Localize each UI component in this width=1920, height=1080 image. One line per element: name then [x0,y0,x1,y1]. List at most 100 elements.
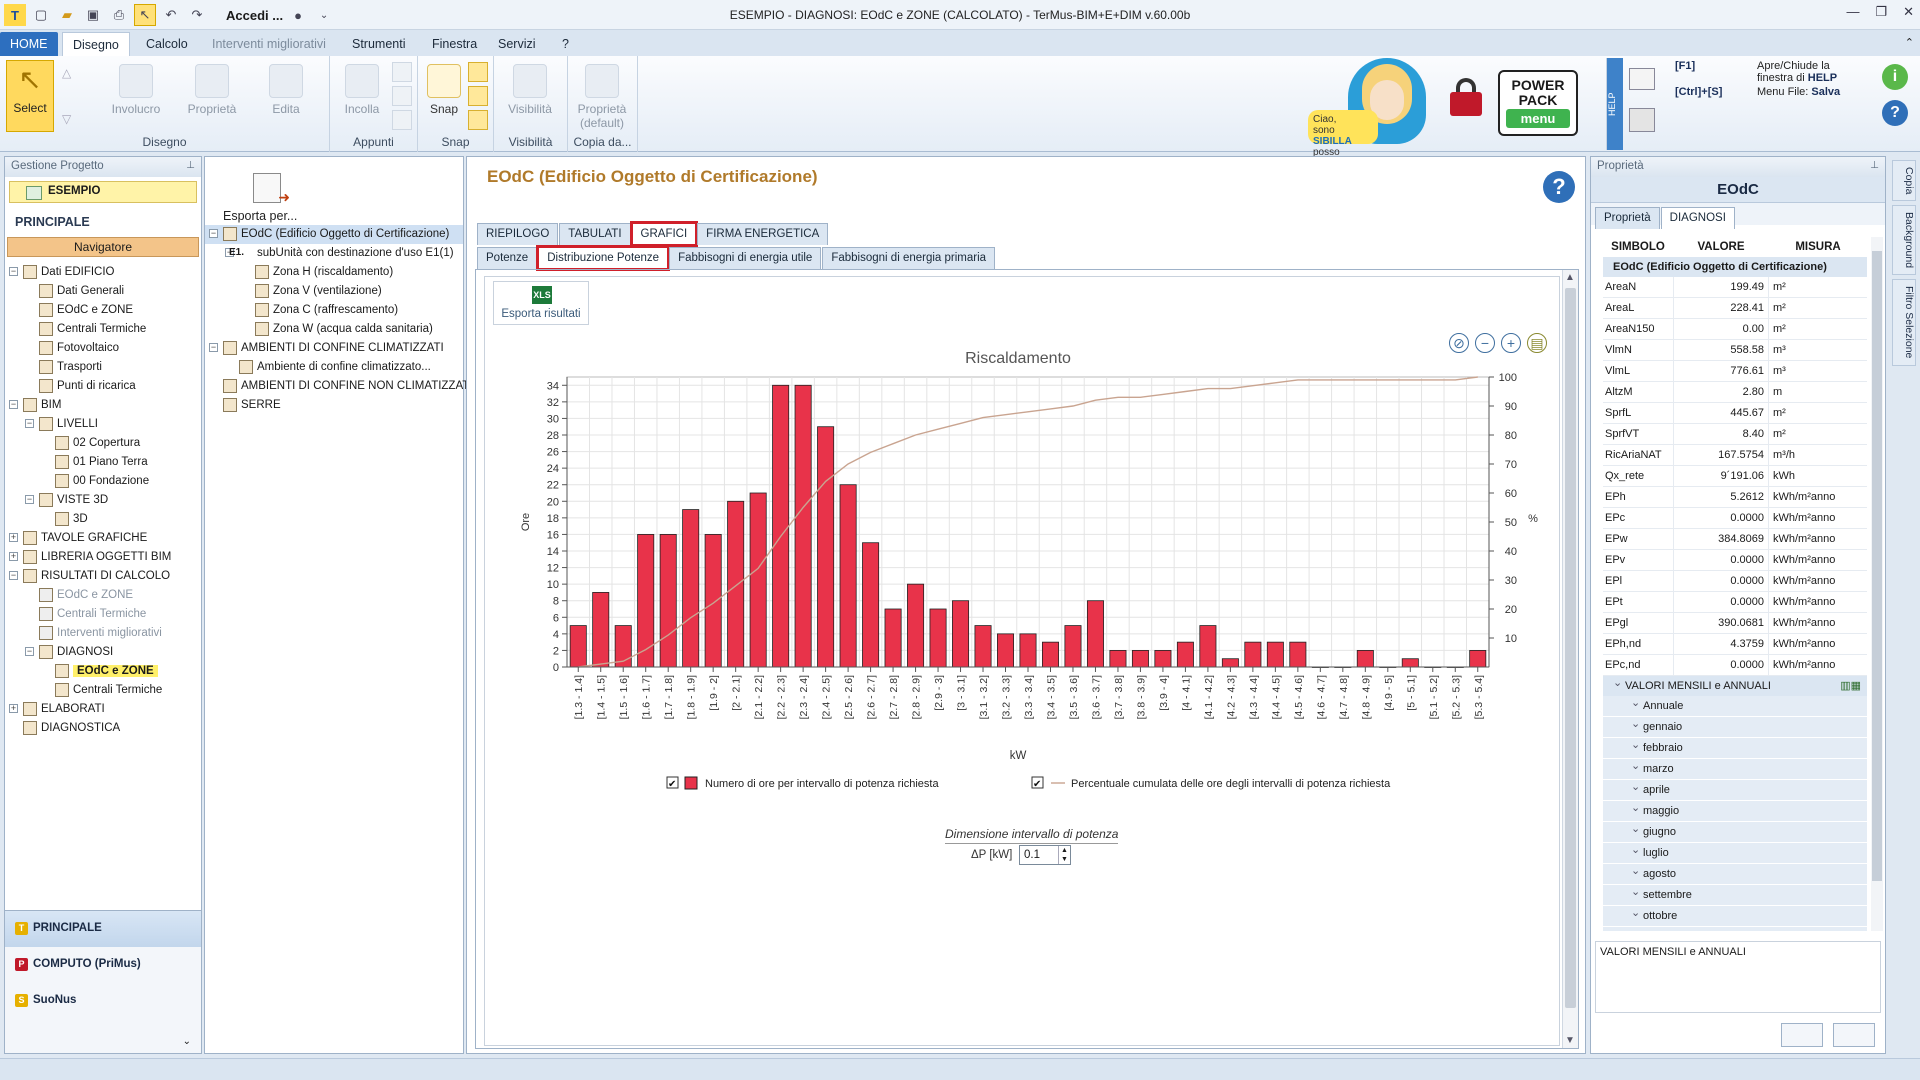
tab-tabulati[interactable]: TABULATI [559,223,631,245]
tab-help[interactable]: ? [552,32,579,56]
snap-midpoint-icon[interactable] [468,86,488,106]
tree-item[interactable]: − RISULTATI DI CALCOLO [5,567,201,586]
month-row[interactable]: ottobre [1603,906,1867,927]
tree-item[interactable]: EOdC e ZONE [5,662,201,681]
tree-item[interactable]: Zona W (acqua calda sanitaria) [205,320,463,339]
tree-item[interactable]: EOdC e ZONE [5,301,201,320]
stepper-arrows-icon[interactable]: ▲ ▼ [1058,846,1070,864]
month-row[interactable]: aprile [1603,780,1867,801]
scroll-down-icon[interactable]: ▽ [62,112,71,126]
tree-item[interactable]: Zona V (ventilazione) [205,282,463,301]
module-suonus[interactable]: S SuoNus [5,983,201,1019]
scrollbar-thumb[interactable] [1565,288,1576,1008]
cut-icon[interactable] [392,86,412,106]
tree-item[interactable]: EOdC e ZONE [5,586,201,605]
collapse-icon[interactable]: − [9,400,18,409]
tab-disegno[interactable]: Disegno [62,32,130,56]
property-row[interactable]: VlmL 776.61 m³ [1603,361,1867,382]
month-row[interactable]: novembre [1603,927,1867,931]
month-row[interactable]: giugno [1603,822,1867,843]
property-row[interactable]: SprfL 445.67 m² [1603,403,1867,424]
module-computo[interactable]: P COMPUTO (PriMus) [5,947,201,983]
month-row[interactable]: marzo [1603,759,1867,780]
tab-home[interactable]: HOME [0,32,58,56]
property-row[interactable]: EPc 0.0000 kWh/m²anno [1603,508,1867,529]
ribbon-collapse-icon[interactable]: ⌃ [1905,36,1914,49]
help-icon[interactable]: ? [1882,100,1908,126]
chart-table-icon[interactable]: ▥▦ [1840,679,1861,692]
month-row[interactable]: gennaio [1603,717,1867,738]
snap-button[interactable]: Snap [422,62,466,128]
property-row[interactable]: EPv 0.0000 kWh/m²anno [1603,550,1867,571]
tree-item[interactable]: Fotovoltaico [5,339,201,358]
proprieta-button[interactable]: Proprietà [184,62,240,128]
navigator-button[interactable]: Navigatore [7,237,199,257]
properties-group-monthly[interactable]: VALORI MENSILI e ANNUALI ▥▦ [1603,676,1867,696]
tab-grafici[interactable]: GRAFICI [629,221,699,247]
tree-item[interactable]: 02 Copertura [5,434,201,453]
property-row[interactable]: Qx_rete 9´191.06 kWh [1603,466,1867,487]
tab-diagnosi[interactable]: DIAGNOSI [1660,207,1735,229]
expand-icon[interactable]: + [9,533,18,542]
export-button[interactable]: Esporta per... [223,173,313,223]
tree-item[interactable]: + ELABORATI [5,700,201,719]
property-row[interactable]: EPw 384.8069 kWh/m²anno [1603,529,1867,550]
property-row[interactable]: EPgl 390.0681 kWh/m²anno [1603,613,1867,634]
incolla-button[interactable]: Incolla [334,62,390,128]
property-row[interactable]: AreaN150 0.00 m² [1603,319,1867,340]
edita-button[interactable]: Edita [258,62,314,128]
expand-icon[interactable]: + [9,552,18,561]
collapse-icon[interactable]: − [9,267,18,276]
tree-item[interactable]: + TAVOLE GRAFICHE [5,529,201,548]
tree-item[interactable]: Centrali Termiche [5,320,201,339]
tree-item[interactable]: − VISTE 3D [5,491,201,510]
collapse-icon[interactable]: − [9,571,18,580]
tab-servizi[interactable]: Servizi [488,32,546,56]
restore-icon[interactable]: ❐ [1875,4,1887,20]
tree-item[interactable]: DIAGNOSTICA [5,719,201,738]
content-scrollbar[interactable]: ▲ ▼ [1562,270,1578,1048]
power-pack-menu-button[interactable]: POWER PACK menu [1498,70,1578,136]
collapse-icon[interactable]: − [25,647,34,656]
export-results-button[interactable]: XLS Esporta risultati [493,281,589,325]
padlock-icon[interactable] [1450,78,1482,116]
month-row[interactable]: agosto [1603,864,1867,885]
side-tab-background[interactable]: Background [1892,205,1916,276]
proprieta-default-button[interactable]: Proprietà (default) [574,62,630,134]
side-tab-copia[interactable]: Copia [1892,160,1916,202]
tree-item[interactable]: − E1. subUnità con destinazione d'uso E1(1… [205,244,463,263]
pin-icon[interactable]: ⊥ [186,160,195,171]
property-row[interactable]: EPh,nd 4.3759 kWh/m²anno [1603,634,1867,655]
property-row[interactable]: EPt 0.0000 kWh/m²anno [1603,592,1867,613]
side-tab-filtro-selezione[interactable]: Filtro Selezione [1892,279,1916,366]
tree-item[interactable]: − BIM [5,396,201,415]
snap-grid-icon[interactable] [468,110,488,130]
module-principale[interactable]: T PRINCIPALE [5,911,201,947]
tree-item[interactable]: + LIBRERIA OGGETTI BIM [5,548,201,567]
more-modules-icon[interactable]: ⌄ [183,1036,191,1047]
property-row[interactable]: VlmN 558.58 m³ [1603,340,1867,361]
scroll-up-icon[interactable]: △ [62,66,71,80]
tab-finestra[interactable]: Finestra [422,32,487,56]
property-row[interactable]: RicAriaNAT 167.5754 m³/h [1603,445,1867,466]
save-disk-icon[interactable] [1629,108,1655,132]
collapse-icon[interactable]: − [25,419,34,428]
tree-item[interactable]: − Dati EDIFICIO [5,263,201,282]
sibilla-assistant[interactable]: Ciao, sono SIBILLA posso aiutarti? [1308,58,1428,169]
export-xls-button[interactable] [1833,1023,1875,1047]
tree-item[interactable]: Zona C (raffrescamento) [205,301,463,320]
month-row[interactable]: luglio [1603,843,1867,864]
collapse-icon[interactable]: − [25,495,34,504]
tab-interventi-migliorativi[interactable]: Interventi migliorativi [202,32,336,56]
property-row[interactable]: AreaN 199.49 m² [1603,277,1867,298]
tree-item[interactable]: Zona H (riscaldamento) [205,263,463,282]
property-row[interactable]: EPc,nd 0.0000 kWh/m²anno [1603,655,1867,676]
month-row[interactable]: Annuale [1603,696,1867,717]
tree-item[interactable]: Interventi migliorativi [5,624,201,643]
collapse-icon[interactable]: − [209,229,218,238]
tree-item[interactable]: Centrali Termiche [5,681,201,700]
info-icon[interactable]: i [1882,64,1908,90]
tree-item[interactable]: AMBIENTI DI CONFINE NON CLIMATIZZATI [205,377,473,396]
tree-item[interactable]: Centrali Termiche [5,605,201,624]
tree-item[interactable]: − EOdC (Edificio Oggetto di Certificazion… [205,225,463,244]
